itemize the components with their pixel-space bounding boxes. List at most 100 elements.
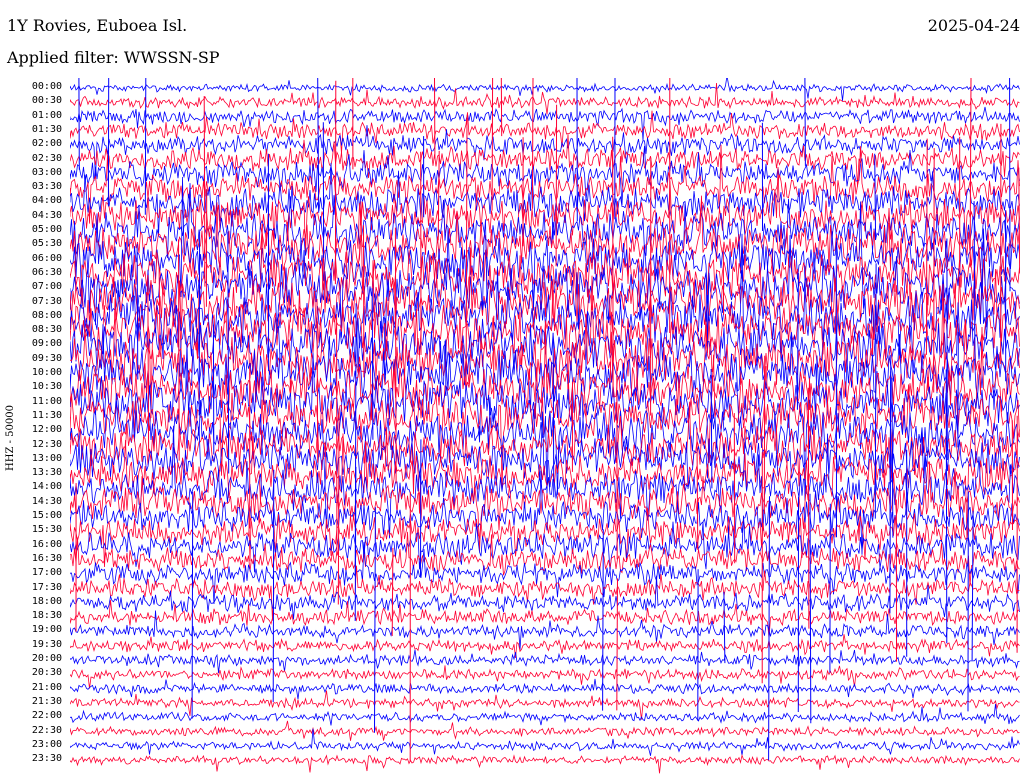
- helicorder-chart: [70, 78, 1020, 774]
- time-label: 09:30: [31, 352, 62, 364]
- time-label: 08:30: [31, 324, 62, 336]
- time-label: 10:30: [31, 381, 62, 393]
- event-spike: [531, 78, 534, 209]
- trace-2000: [70, 649, 1020, 674]
- time-label: 03:00: [31, 166, 62, 178]
- time-label: 04:30: [31, 209, 62, 221]
- time-label: 05:00: [31, 224, 62, 235]
- event-spike: [874, 153, 877, 240]
- event-spike: [555, 104, 558, 267]
- event-spike: [391, 547, 394, 637]
- trace-0030: [70, 82, 1020, 115]
- event-spike: [317, 78, 320, 213]
- time-label: 11:30: [31, 409, 62, 421]
- time-label: 07:30: [31, 295, 62, 307]
- event-spike: [933, 148, 935, 393]
- event-spike: [465, 117, 468, 386]
- event-spike: [147, 275, 150, 452]
- trace-2200: [70, 703, 1020, 726]
- time-label: 02:00: [31, 138, 62, 150]
- time-label: 12:30: [31, 438, 62, 450]
- time-label: 10:00: [31, 367, 62, 378]
- time-label: 02:30: [31, 152, 62, 164]
- time-label: 17:30: [31, 581, 62, 593]
- trace-2130: [70, 690, 1020, 720]
- event-spike: [491, 78, 494, 211]
- time-label: 13:00: [31, 452, 62, 464]
- time-label: 05:30: [31, 238, 62, 250]
- time-label: 06:30: [31, 266, 62, 278]
- time-label: 19:30: [31, 638, 62, 650]
- time-label: 23:00: [31, 738, 62, 750]
- time-label: 22:00: [31, 710, 62, 722]
- time-label: 00:30: [31, 95, 62, 107]
- event-spike: [316, 298, 319, 463]
- time-label: 01:30: [31, 123, 62, 135]
- trace-1800: [70, 575, 1020, 620]
- event-spike: [374, 507, 376, 733]
- event-spike: [971, 510, 974, 661]
- time-label: 01:00: [31, 109, 62, 121]
- time-label: 23:30: [31, 753, 62, 765]
- event-spike: [437, 150, 440, 241]
- trace-1330: [70, 427, 1020, 541]
- event-spike: [889, 371, 892, 614]
- event-spike: [804, 78, 806, 166]
- time-label: 16:00: [31, 538, 62, 550]
- time-label: 13:30: [31, 467, 62, 479]
- event-spike: [272, 469, 275, 703]
- trace-0000: [70, 78, 1020, 101]
- event-spike: [710, 368, 713, 489]
- time-label: 21:00: [31, 681, 62, 693]
- event-spike: [191, 491, 194, 719]
- event-spike: [696, 427, 699, 550]
- time-label: 19:00: [31, 624, 62, 636]
- time-label: 14:30: [31, 495, 62, 507]
- event-spike: [925, 138, 928, 355]
- time-label: 06:00: [31, 252, 62, 264]
- time-label: 08:00: [31, 309, 62, 321]
- time-label: 15:00: [31, 510, 62, 521]
- time-label: 04:00: [31, 195, 62, 207]
- event-spike: [969, 78, 972, 268]
- time-label: 18:30: [31, 610, 62, 622]
- event-spike: [807, 387, 810, 629]
- time-label: 20:30: [31, 667, 62, 679]
- time-label: 11:00: [31, 395, 62, 407]
- trace-0230: [70, 134, 1020, 187]
- trace-2230: [70, 720, 1020, 741]
- time-label: 18:00: [31, 595, 62, 607]
- time-label: 09:00: [31, 338, 62, 350]
- time-label: 00:00: [31, 81, 62, 92]
- event-spike: [616, 578, 618, 711]
- event-spike: [371, 288, 374, 440]
- event-spike: [552, 332, 555, 498]
- time-label: 07:00: [31, 281, 62, 293]
- time-labels: 00:00 00:30 01:00 01:30 02:00 02:30 03:00 03:30…: [0, 0, 70, 780]
- trace-1930: [70, 634, 1020, 659]
- trace-1830: [70, 599, 1020, 639]
- trace-2030: [70, 665, 1020, 689]
- time-label: 20:00: [31, 653, 62, 664]
- time-label: 15:30: [31, 524, 62, 536]
- trace-1730: [70, 565, 1020, 621]
- time-label: 21:30: [31, 695, 62, 707]
- helicorder-plot: [70, 78, 1020, 780]
- date-label: 2025-04-24: [927, 16, 1020, 35]
- trace-2100: [70, 678, 1020, 700]
- event-spike: [136, 243, 139, 380]
- time-label: 17:00: [31, 567, 62, 579]
- event-spike: [178, 239, 180, 461]
- event-spike: [602, 529, 604, 711]
- time-label: 14:00: [31, 481, 62, 493]
- time-label: 22:30: [31, 724, 62, 736]
- time-label: 16:30: [31, 552, 62, 564]
- event-spike: [203, 96, 206, 287]
- event-spike: [144, 78, 147, 215]
- event-spike: [394, 227, 397, 484]
- trace-2330: [70, 754, 1020, 774]
- event-spike: [945, 369, 948, 644]
- time-label: 12:00: [31, 424, 62, 436]
- event-spike: [354, 466, 357, 622]
- time-label: 03:30: [31, 181, 62, 193]
